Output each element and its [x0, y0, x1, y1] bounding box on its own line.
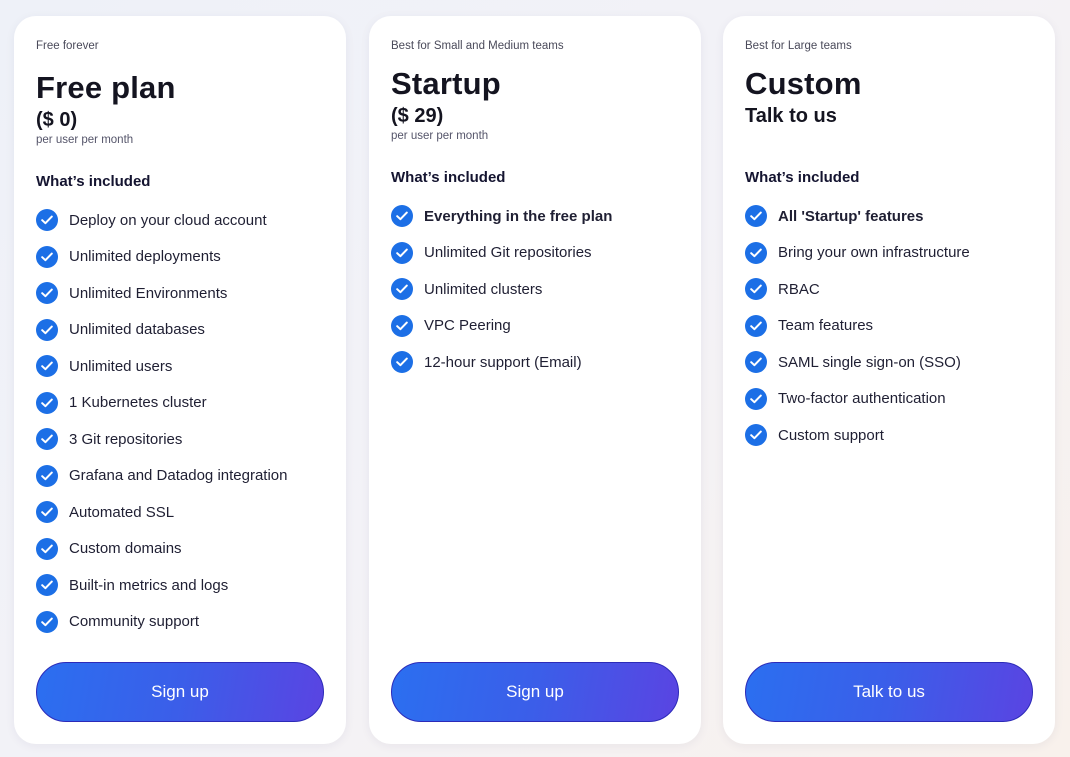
plan-price: ($ 0) — [36, 109, 78, 131]
feature-label: Custom support — [778, 426, 884, 444]
feature-label: Everything in the free plan — [424, 207, 613, 225]
plan-price-note: per user per month — [391, 130, 489, 142]
included-heading: What’s included — [36, 173, 151, 190]
plan-name: Startup — [391, 66, 501, 101]
feature-item: RBAC — [745, 271, 1041, 308]
plan-price: ($ 29) — [391, 105, 444, 127]
check-circle-icon — [36, 318, 58, 341]
feature-label: Unlimited Environments — [69, 284, 228, 302]
feature-item: Unlimited users — [36, 348, 332, 385]
feature-item: SAML single sign-on (SSO) — [745, 344, 1041, 381]
feature-item: Unlimited deployments — [36, 239, 332, 276]
feature-list: Deploy on your cloud account Unlimited de… — [36, 202, 332, 640]
check-circle-icon — [745, 278, 767, 301]
check-circle-icon — [36, 464, 58, 487]
feature-list: All 'Startup' features Bring your own inf… — [745, 198, 1041, 454]
check-circle-icon — [391, 241, 413, 264]
plan-tagline: Best for Small and Medium teams — [391, 40, 564, 52]
plan-tagline: Free forever — [36, 40, 99, 52]
check-circle-icon — [745, 387, 767, 410]
feature-item: Unlimited clusters — [391, 271, 687, 308]
feature-item: Custom support — [745, 417, 1041, 454]
check-circle-icon — [391, 205, 413, 228]
check-circle-icon — [745, 351, 767, 374]
check-circle-icon — [36, 574, 58, 597]
plan-price: Talk to us — [745, 105, 837, 127]
feature-item: Team features — [745, 308, 1041, 345]
feature-label: Community support — [69, 613, 200, 631]
check-circle-icon — [745, 314, 767, 337]
check-circle-icon — [36, 355, 58, 378]
included-heading: What’s included — [391, 169, 506, 186]
check-circle-icon — [745, 241, 767, 264]
check-circle-icon — [391, 278, 413, 301]
feature-item: Community support — [36, 604, 332, 641]
feature-item: Grafana and Datadog integration — [36, 458, 332, 495]
check-circle-icon — [36, 245, 58, 268]
pricing-card-free: Free forever Free plan ($ 0) per user pe… — [14, 16, 346, 744]
feature-item: Unlimited Git repositories — [391, 235, 687, 272]
feature-label: 3 Git repositories — [69, 430, 183, 448]
sign-up-button[interactable]: Sign up — [391, 662, 679, 722]
feature-label: Unlimited deployments — [69, 248, 221, 266]
feature-label: VPC Peering — [424, 317, 511, 335]
feature-item: Two-factor authentication — [745, 381, 1041, 418]
feature-label: SAML single sign-on (SSO) — [778, 353, 961, 371]
check-circle-icon — [36, 209, 58, 232]
feature-item: Built-in metrics and logs — [36, 567, 332, 604]
feature-item: Deploy on your cloud account — [36, 202, 332, 239]
check-circle-icon — [36, 537, 58, 560]
plan-price-note: per user per month — [36, 134, 134, 146]
feature-item: Custom domains — [36, 531, 332, 568]
feature-label: All 'Startup' features — [778, 207, 924, 225]
feature-label: Deploy on your cloud account — [69, 211, 267, 229]
check-circle-icon — [391, 351, 413, 374]
feature-label: Unlimited clusters — [424, 280, 543, 298]
included-heading: What’s included — [745, 169, 860, 186]
feature-label: RBAC — [778, 280, 820, 298]
feature-item: Automated SSL — [36, 494, 332, 531]
plan-name: Custom — [745, 66, 862, 101]
check-circle-icon — [745, 424, 767, 447]
feature-label: 1 Kubernetes cluster — [69, 394, 207, 412]
feature-item: 1 Kubernetes cluster — [36, 385, 332, 422]
feature-item: Unlimited Environments — [36, 275, 332, 312]
feature-label: Bring your own infrastructure — [778, 244, 970, 262]
feature-list: Everything in the free plan Unlimited Git… — [391, 198, 687, 381]
plan-tagline: Best for Large teams — [745, 40, 852, 52]
feature-label: 12-hour support (Email) — [424, 353, 582, 371]
feature-label: Custom domains — [69, 540, 182, 558]
pricing-card-custom: Best for Large teams Custom Talk to us W… — [723, 16, 1055, 744]
pricing-card-startup: Best for Small and Medium teams Startup … — [369, 16, 701, 744]
check-circle-icon — [745, 205, 767, 228]
feature-item: Unlimited databases — [36, 312, 332, 349]
sign-up-button[interactable]: Sign up — [36, 662, 324, 722]
feature-item: All 'Startup' features — [745, 198, 1041, 235]
feature-label: Grafana and Datadog integration — [69, 467, 288, 485]
feature-label: Unlimited users — [69, 357, 173, 375]
check-circle-icon — [391, 314, 413, 337]
feature-label: Team features — [778, 317, 874, 335]
check-circle-icon — [36, 391, 58, 414]
talk-to-us-button[interactable]: Talk to us — [745, 662, 1033, 722]
feature-item: 3 Git repositories — [36, 421, 332, 458]
feature-label: Unlimited Git repositories — [424, 244, 592, 262]
feature-item: 12-hour support (Email) — [391, 344, 687, 381]
feature-label: Automated SSL — [69, 503, 175, 521]
feature-item: Everything in the free plan — [391, 198, 687, 235]
feature-item: VPC Peering — [391, 308, 687, 345]
check-circle-icon — [36, 428, 58, 451]
check-circle-icon — [36, 501, 58, 524]
feature-label: Two-factor authentication — [778, 390, 946, 408]
plan-name: Free plan — [36, 70, 176, 105]
check-circle-icon — [36, 282, 58, 305]
feature-item: Bring your own infrastructure — [745, 235, 1041, 272]
check-circle-icon — [36, 610, 58, 633]
feature-label: Unlimited databases — [69, 321, 205, 339]
feature-label: Built-in metrics and logs — [69, 576, 229, 594]
